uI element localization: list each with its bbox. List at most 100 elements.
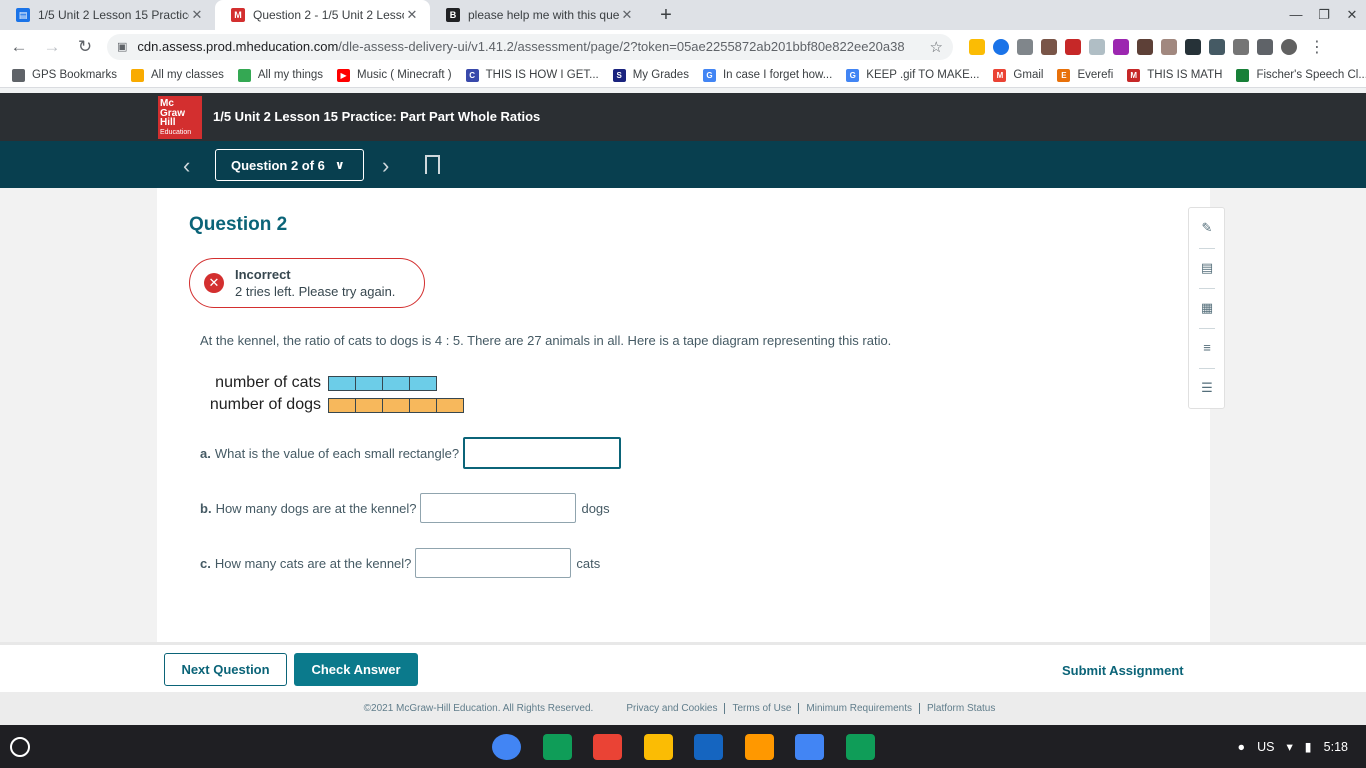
chevron-down-icon: ∨ [334,158,345,172]
purple-extension-icon[interactable] [1113,38,1129,55]
question-nav-bar: ‹ Question 2 of 6 ∨ › [0,141,1366,188]
google-icon: G [846,68,860,82]
address-bar[interactable]: ▣ cdn.assess.prod.mheducation.com/dle-as… [107,33,953,60]
bookmark-item[interactable]: G In case I forget how... [702,68,833,82]
browser-menu-icon[interactable]: ⋮ [1309,37,1325,57]
tape-cell [328,375,356,391]
text-to-speech-icon[interactable]: ☰ [1199,380,1215,396]
platform-status-link[interactable]: Platform Status [920,703,1002,714]
forward-arrow-icon[interactable]: → [38,37,66,57]
bookmark-label: In case I forget how... [722,69,833,81]
answer-input-c[interactable] [415,548,572,578]
tape-cell [409,397,437,413]
tape-diagram: number of cats number of dogs [200,372,464,416]
question-prompt: At the kennel, the ratio of cats to dogs… [200,333,892,348]
next-question-icon[interactable]: › [382,153,389,179]
minimize-icon[interactable]: — [1282,0,1310,30]
window-controls: — ❐ ✕ [1282,0,1366,30]
figure-extension-icon[interactable] [1137,38,1153,55]
bookmark-label: All my classes [151,69,224,81]
site-info-icon[interactable]: ▣ [117,40,127,53]
profile-avatar-icon[interactable] [1281,38,1297,55]
privacy-link[interactable]: Privacy and Cookies [619,703,726,714]
youtube-icon: ▶ [337,68,351,82]
close-window-icon[interactable]: ✕ [1338,0,1366,30]
tape-cell [382,375,410,391]
back-arrow-icon[interactable]: ← [5,37,33,57]
next-question-button[interactable]: Next Question [164,653,287,686]
bookmark-label: Music ( Minecraft ) [357,69,452,81]
bookmark-label: KEEP .gif TO MAKE... [866,69,980,81]
bookmark-item[interactable]: M Gmail [993,68,1044,82]
m-site-icon: M [1127,68,1141,82]
bookmark-item[interactable]: All my things [237,68,323,82]
check-answer-button[interactable]: Check Answer [294,653,418,686]
feedback-detail: 2 tries left. Please try again. [235,284,396,299]
browser-tab-3[interactable]: B please help me with this questio ✕ [430,0,645,30]
robot-extension-icon[interactable] [1185,38,1201,55]
bookmark-item[interactable]: GPS Bookmarks [12,68,117,82]
bookmark-item[interactable]: G KEEP .gif TO MAKE... [846,68,980,82]
part-letter: b. [200,500,212,516]
wifi-icon: ▾ [1286,740,1293,754]
bookmark-label: Gmail [1013,69,1044,81]
gmail-icon[interactable] [593,734,622,760]
docs-icon[interactable] [795,734,824,760]
classroom-icon[interactable] [542,734,572,760]
tape-cell [328,397,356,413]
url-host: cdn.assess.prod.mheducation.com [137,39,339,54]
drive-extension-icon[interactable] [969,38,985,55]
launcher-icon[interactable] [10,737,30,757]
close-tab-icon[interactable]: ✕ [404,7,420,23]
previous-question-icon[interactable]: ‹ [183,153,190,179]
unit-label: cats [576,555,601,571]
books-extension-icon[interactable] [1041,38,1057,55]
box-extension-icon[interactable] [1017,38,1033,55]
answer-input-a[interactable] [463,437,622,469]
system-tray[interactable]: ● US ▾ ▮ 5:18 [1226,725,1348,768]
answer-input-b[interactable] [420,493,577,523]
tape-cell [436,397,464,413]
bookmark-question-icon[interactable] [425,155,440,175]
red-book-extension-icon[interactable] [1065,38,1081,55]
shield-extension-icon[interactable] [993,38,1009,55]
new-tab-button[interactable]: + [651,0,681,30]
cube-extension-icon[interactable] [1233,38,1249,55]
bookmark-item[interactable]: C THIS IS HOW I GET... [465,68,599,82]
browser-tab-2[interactable]: M Question 2 - 1/5 Unit 2 Lesson 1 ✕ [215,0,430,30]
sheets-icon[interactable] [845,734,875,760]
reload-icon[interactable]: ↻ [71,37,99,57]
browser-tab-1[interactable]: ▤ 1/5 Unit 2 Lesson 15 Practice: P ✕ [0,0,215,30]
bookmark-star-icon[interactable]: ☆ [930,38,943,56]
bookmark-item[interactable]: All my classes [131,68,224,82]
bookmark-item[interactable]: E Everefi [1057,68,1113,82]
close-tab-icon[interactable]: ✕ [619,7,635,23]
bookmark-item[interactable]: Fischer's Speech Cl... [1236,68,1366,82]
notepad-icon[interactable]: ▤ [1199,260,1215,276]
drive-icon[interactable] [643,734,673,760]
bookmark-item[interactable]: S My Grades [612,68,689,82]
line-reader-icon[interactable]: ≡ [1199,340,1215,356]
blue-app-icon[interactable] [694,734,723,760]
orange-app-icon[interactable] [744,734,774,760]
chrome-icon[interactable] [492,734,521,760]
restore-icon[interactable]: ❐ [1310,0,1338,30]
puzzle-extensions-icon[interactable] [1257,38,1273,55]
close-tab-icon[interactable]: ✕ [189,7,205,23]
part-text: How many dogs are at the kennel? [215,500,417,516]
tab-favicon-icon: M [231,8,245,22]
bookmark-item[interactable]: M THIS IS MATH [1127,68,1222,82]
requirements-link[interactable]: Minimum Requirements [799,703,920,714]
submit-assignment-link[interactable]: Submit Assignment [1062,663,1184,678]
highlighter-icon[interactable]: ✎ [1199,220,1215,236]
bookmark-item[interactable]: ▶ Music ( Minecraft ) [337,68,452,82]
calculator-icon[interactable]: ▦ [1199,300,1215,316]
screen-extension-icon[interactable] [1161,38,1177,55]
scissors-extension-icon[interactable] [1209,38,1225,55]
bookmark-label: Fischer's Speech Cl... [1256,69,1366,81]
terms-link[interactable]: Terms of Use [725,703,800,714]
drive-icon [237,68,251,82]
question-selector[interactable]: Question 2 of 6 ∨ [215,149,364,181]
tape-cell [409,375,437,391]
clock-extension-icon[interactable] [1089,38,1105,55]
